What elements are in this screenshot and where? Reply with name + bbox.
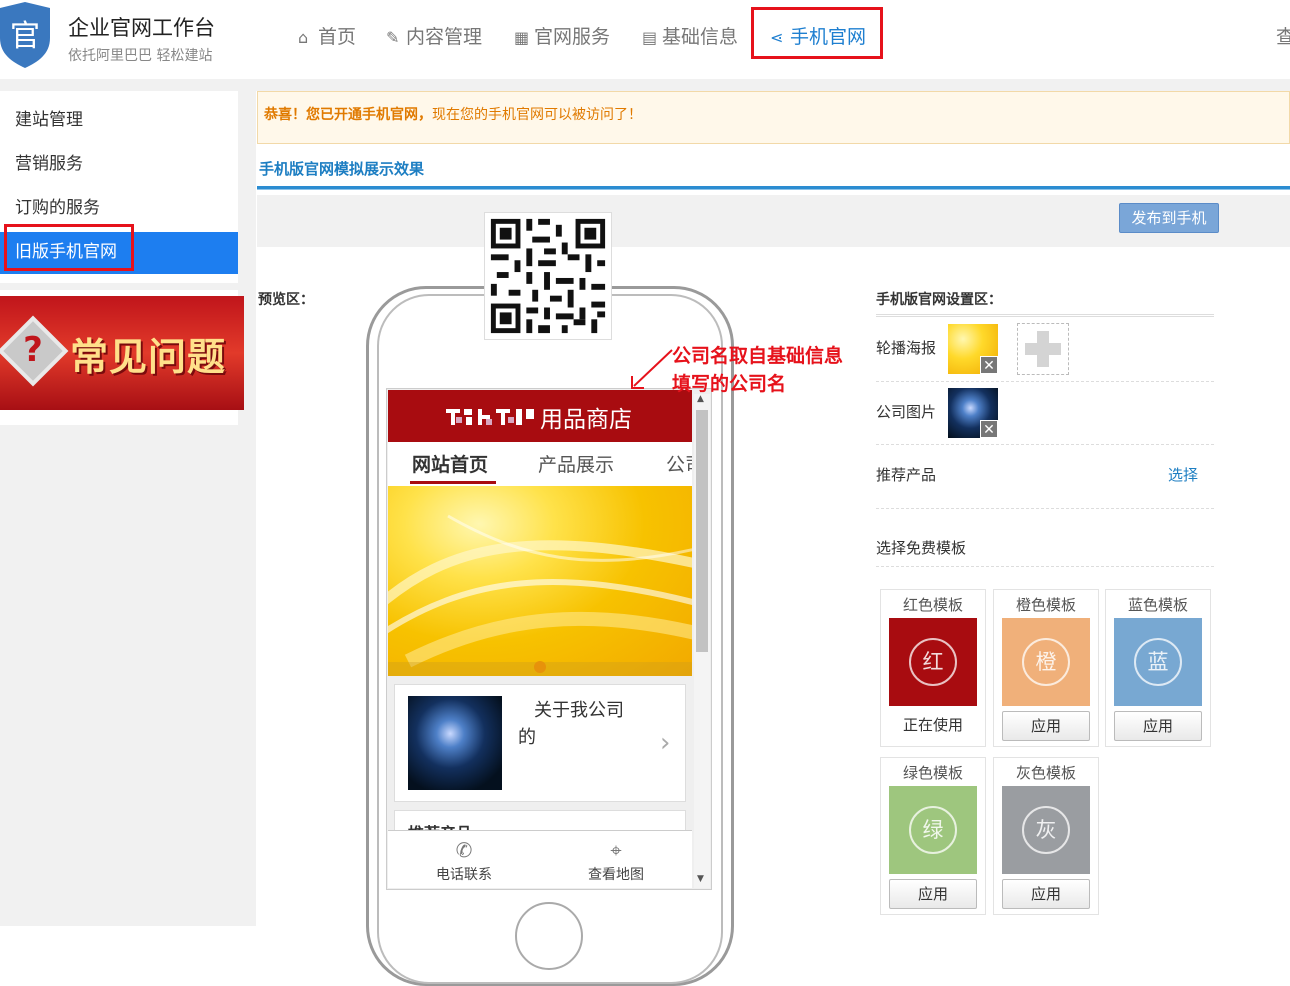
template-card-green: 绿色模板 绿 应用 [880, 757, 986, 915]
plus-icon-bar [1025, 343, 1061, 355]
template-char-red: 红 [909, 638, 957, 686]
footer-call[interactable]: ✆ 电话联系 [414, 838, 514, 884]
logo-char: 官 [10, 19, 40, 54]
banner-poster-label: 轮播海报 [876, 339, 937, 357]
publish-to-mobile-button[interactable]: 发布到手机 [1119, 203, 1219, 233]
company-image-label: 公司图片 [876, 403, 937, 421]
faq-banner[interactable]: ? 常见问题 [0, 296, 244, 410]
template-char-green: 绿 [909, 806, 957, 854]
simulation-title: 手机版官网模拟展示效果 [259, 160, 425, 178]
nav-services[interactable]: ▦ 官网服务 [514, 22, 610, 49]
template-section-title: 选择免费模板 [876, 539, 967, 557]
settings-title: 手机版官网设置区： [876, 292, 1002, 308]
about-image [408, 696, 502, 790]
template-card-blue: 蓝色模板 蓝 应用 [1105, 589, 1211, 747]
template-card-red: 红色模板 红 正在使用 [880, 589, 986, 747]
apply-green-button[interactable]: 应用 [889, 879, 977, 909]
template-swatch-blue[interactable]: 蓝 [1114, 618, 1202, 706]
sidebar-item-site-management[interactable]: 建站管理 [0, 100, 238, 140]
nav-content[interactable]: ✎ 内容管理 [386, 22, 482, 49]
template-swatch-green[interactable]: 绿 [889, 786, 977, 874]
carousel-indicator[interactable] [534, 661, 546, 673]
template-name: 灰色模板 [1015, 764, 1076, 782]
close-icon[interactable]: ✕ [980, 420, 998, 438]
header-cut-off-item[interactable]: 查 [1276, 22, 1290, 49]
preview-area-label: 预览区： [258, 292, 314, 308]
template-char-orange: 橙 [1022, 638, 1070, 686]
settings-row-divider [876, 508, 1214, 509]
mobile-site-name: 用品商店 [540, 407, 632, 433]
notice-prefix: 恭喜！您已开通手机官网， [264, 107, 432, 123]
apply-gray-button[interactable]: 应用 [1002, 879, 1090, 909]
annotation-arrow-icon [631, 349, 673, 389]
template-name: 蓝色模板 [1127, 596, 1188, 614]
mobile-tab-bar: 网站首页 产品展示 公司 [388, 442, 692, 486]
document-icon: ▤ [642, 28, 658, 47]
scroll-down-icon[interactable]: ▼ [697, 874, 704, 884]
app-title: 企业官网工作台 [68, 16, 215, 40]
template-name: 橙色模板 [1015, 596, 1076, 614]
template-name: 绿色模板 [902, 764, 963, 782]
nav-services-label: 官网服务 [534, 26, 611, 48]
template-name: 红色模板 [902, 596, 963, 614]
mobile-tab-products[interactable]: 产品展示 [538, 450, 614, 477]
template-swatch-gray[interactable]: 灰 [1002, 786, 1090, 874]
home-icon: ⌂ [298, 28, 309, 47]
nav-home[interactable]: ⌂ 首页 [298, 22, 356, 49]
sidebar-item-marketing[interactable]: 营销服务 [0, 144, 238, 184]
template-swatch-red[interactable]: 红 [889, 618, 977, 706]
active-tab-indicator [410, 481, 496, 484]
apply-blue-button[interactable]: 应用 [1114, 711, 1202, 741]
template-status-in-use: 正在使用 [902, 716, 963, 734]
annotation-line-1: 公司名取自基础信息 [672, 345, 844, 367]
footer-call-label: 电话联系 [436, 867, 492, 883]
nav-basic-info[interactable]: ▤ 基础信息 [642, 22, 738, 49]
chevron-right-icon: › [660, 728, 671, 758]
banner-swirl-graphic [388, 514, 692, 676]
qr-code [484, 212, 612, 340]
settings-divider [876, 314, 1214, 317]
edit-icon: ✎ [386, 28, 400, 47]
about-text: 关于我公司的 [518, 700, 624, 748]
settings-row-divider [876, 566, 1214, 567]
footer-map[interactable]: ⌖ 查看地图 [566, 838, 666, 884]
highlight-box-sidebar [4, 224, 134, 271]
template-swatch-orange[interactable]: 橙 [1002, 618, 1090, 706]
template-card-orange: 橙色模板 橙 应用 [993, 589, 1099, 747]
nav-basic-info-label: 基础信息 [662, 26, 739, 48]
phone-icon: ✆ [455, 838, 473, 862]
close-icon[interactable]: ✕ [980, 356, 998, 374]
template-char-gray: 灰 [1022, 806, 1070, 854]
nav-content-label: 内容管理 [406, 26, 483, 48]
pixelated-company-name [446, 409, 534, 425]
settings-row-divider [876, 381, 1214, 382]
sidebar-item-subscriptions[interactable]: 订购的服务 [0, 188, 238, 228]
section-divider [257, 186, 1290, 190]
select-products-link[interactable]: 选择 [1168, 464, 1198, 485]
notice-text: 恭喜！您已开通手机官网，现在您的手机官网可以被访问了！ [264, 104, 642, 124]
map-pin-icon: ⌖ [610, 838, 622, 862]
header-separator [0, 79, 1290, 91]
template-card-gray: 灰色模板 灰 应用 [993, 757, 1099, 915]
faq-text: 常见问题 [70, 335, 227, 379]
annotation-line-2: 填写的公司名 [672, 373, 787, 395]
logo-shield-icon: 官 [0, 2, 50, 68]
footer-map-label: 查看地图 [588, 867, 644, 883]
settings-row-divider [876, 444, 1214, 445]
mobile-tab-company[interactable]: 公司 [666, 450, 692, 477]
mobile-tab-home[interactable]: 网站首页 [412, 450, 488, 477]
annotation-text: 公司名取自基础信息 填写的公司名 [672, 342, 843, 398]
notice-suffix: 现在您的手机官网可以被访问了！ [432, 107, 642, 123]
highlight-box-nav [751, 7, 883, 59]
template-char-blue: 蓝 [1134, 638, 1182, 686]
mobile-banner-image [388, 486, 692, 676]
grid-icon: ▦ [514, 28, 530, 47]
apply-orange-button[interactable]: 应用 [1002, 711, 1090, 741]
phone-home-button [515, 902, 583, 970]
nav-home-label: 首页 [318, 26, 357, 48]
scrollbar-thumb[interactable] [696, 410, 708, 652]
recommended-products-label: 推荐产品 [876, 466, 937, 484]
app-subtitle: 依托阿里巴巴 轻松建站 [68, 48, 213, 64]
question-mark-icon: ? [23, 330, 43, 370]
